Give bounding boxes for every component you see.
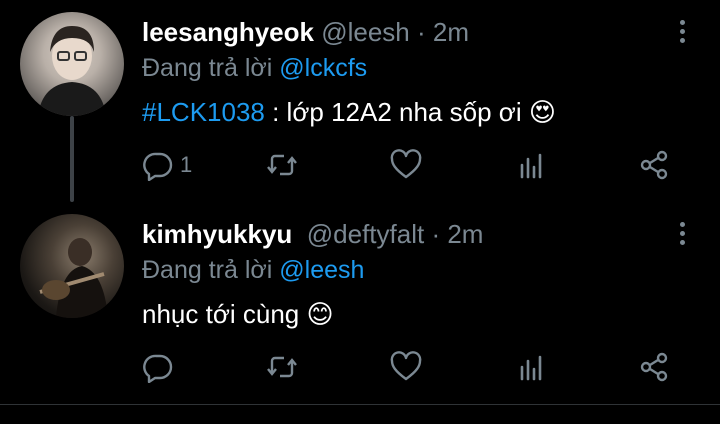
reply-button[interactable] (142, 350, 180, 384)
reply-mention-link[interactable]: @leesh (279, 256, 364, 284)
tweet[interactable]: kimhyukkyu @deftyfalt · 2m Đang trả lời … (0, 202, 720, 400)
more-options-button[interactable] (674, 222, 690, 248)
avatar[interactable] (20, 214, 124, 318)
tweet-header: kimhyukkyu @deftyfalt · 2m (142, 216, 483, 252)
more-icon (679, 222, 685, 227)
reply-button[interactable]: 1 (142, 148, 192, 182)
reply-count: 1 (180, 152, 193, 177)
thread-connector (70, 116, 74, 202)
analytics-button[interactable] (516, 148, 548, 182)
more-options-button[interactable] (674, 20, 690, 46)
like-icon (390, 149, 422, 179)
share-icon (640, 352, 668, 382)
guitarist-photo-avatar-icon (39, 238, 108, 318)
smiling-emoji: 😊 (306, 299, 334, 329)
separator-dot: · (417, 17, 426, 47)
avatar[interactable] (20, 12, 124, 116)
user-handle[interactable]: @deftyfalt (307, 219, 424, 249)
retweet-button[interactable] (266, 350, 298, 384)
user-handle[interactable]: @leesh (321, 17, 410, 47)
analytics-icon (520, 355, 542, 381)
reply-icon (143, 152, 173, 181)
tweet-text: nhục tới cùng 😊 (142, 294, 334, 334)
tweet-body: : lớp 12A2 nha sốp ơi (264, 97, 522, 127)
heart-eyes-emoji: 😍 (528, 97, 556, 127)
like-button[interactable] (390, 148, 422, 182)
replying-to: Đang trả lời @leesh (142, 252, 364, 288)
person-photo-avatar-icon (38, 26, 106, 116)
separator-dot: · (431, 219, 441, 249)
analytics-button[interactable] (516, 350, 548, 384)
share-button[interactable] (638, 350, 670, 384)
display-name[interactable]: kimhyukkyu (142, 219, 292, 249)
hashtag-link[interactable]: #LCK1038 (142, 97, 265, 127)
more-icon (679, 20, 685, 25)
reply-icon (143, 354, 173, 383)
reply-prefix: Đang trả lời (142, 54, 273, 82)
tweet-text: #LCK1038 : lớp 12A2 nha sốp ơi 😍 (142, 92, 556, 132)
tweet[interactable]: leesanghyeok @leesh · 2m Đang trả lời @l… (0, 0, 720, 202)
share-icon (640, 150, 668, 180)
tweet-header: leesanghyeok @leesh · 2m (142, 14, 469, 50)
retweet-icon (267, 356, 297, 378)
reply-mention-link[interactable]: @lckcfs (279, 54, 367, 82)
tweet-body: nhục tới cùng (142, 299, 300, 329)
retweet-button[interactable] (266, 148, 298, 182)
tweet-actions (142, 350, 682, 384)
retweet-icon (267, 154, 297, 176)
replying-to: Đang trả lời @lckcfs (142, 50, 367, 86)
share-button[interactable] (638, 148, 670, 182)
tweet-actions: 1 (142, 148, 682, 182)
like-button[interactable] (390, 350, 422, 384)
divider (0, 404, 720, 405)
analytics-icon (520, 153, 542, 179)
reply-prefix: Đang trả lời (142, 256, 273, 284)
timestamp[interactable]: 2m (433, 17, 469, 47)
display-name[interactable]: leesanghyeok (142, 17, 314, 47)
like-icon (390, 351, 422, 381)
timestamp[interactable]: 2m (447, 219, 483, 249)
